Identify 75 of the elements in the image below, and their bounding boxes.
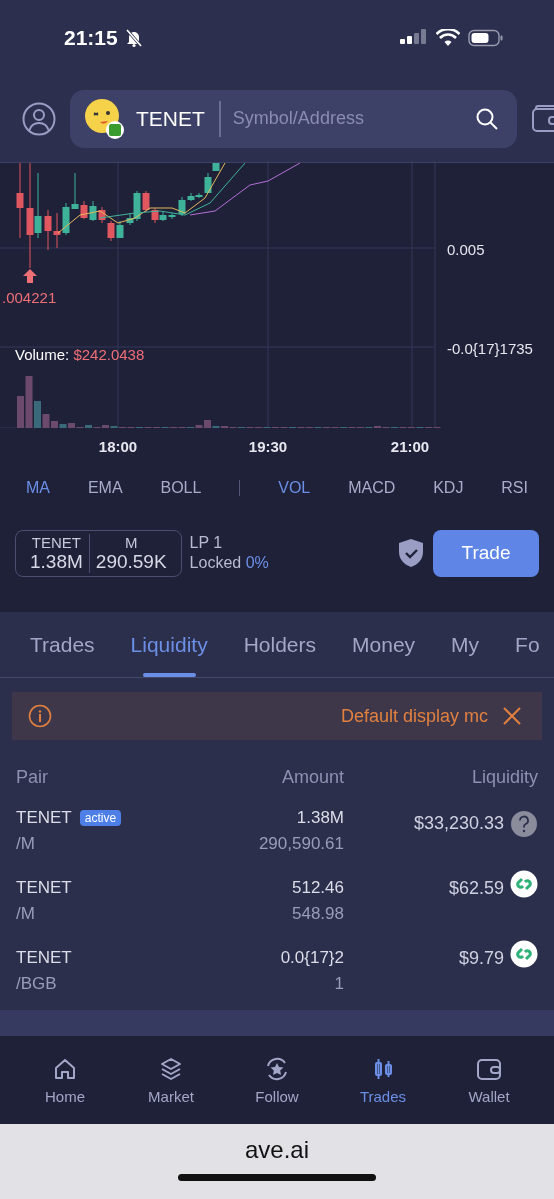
link-icon	[510, 939, 538, 968]
volume-label: Volume: $242.0438	[15, 346, 145, 363]
table-cell: 1	[334, 974, 344, 994]
time-axis-label: 19:30	[248, 438, 288, 455]
column-header: Amount	[281, 767, 344, 788]
trade-button[interactable]: Trade	[433, 529, 539, 577]
nav-item[interactable]: Market	[131, 1056, 211, 1105]
help-icon	[510, 810, 538, 838]
quote-token: /M	[16, 904, 36, 924]
token-icon	[84, 97, 126, 140]
tab[interactable]: Liquidity	[130, 612, 208, 677]
table-cell: 0.0{17}2	[280, 948, 344, 968]
star-icon	[264, 1056, 290, 1082]
indicator-tab[interactable]: BOLL	[160, 475, 202, 501]
up-arrow-icon	[23, 269, 37, 283]
indicator-tab[interactable]: KDJ	[433, 475, 464, 501]
tab[interactable]: Trades	[30, 612, 95, 677]
token-label: TENET	[31, 533, 81, 551]
token-symbol: TENET	[136, 106, 206, 131]
home-icon	[52, 1056, 78, 1082]
indicator-tab[interactable]: MACD	[348, 475, 396, 501]
token-amount: 290.59K	[95, 550, 167, 573]
status-badge: active	[79, 810, 122, 826]
pair-name: TENET	[16, 948, 72, 968]
pair-name: TENET	[16, 808, 72, 828]
search-field[interactable]: Symbol/Address	[230, 108, 465, 129]
tab[interactable]: Money	[352, 612, 416, 677]
info-icon	[28, 704, 52, 728]
profile-icon[interactable]	[22, 101, 56, 136]
signal-icon	[400, 28, 428, 47]
token-label: M	[124, 533, 138, 551]
table-cell: 512.46	[292, 878, 344, 898]
liquidity-value: $33,230.33	[413, 812, 504, 834]
locked-label: Locked 0%	[189, 554, 270, 572]
column-header: Liquidity	[471, 767, 538, 788]
column-header: Pair	[16, 767, 48, 788]
tab[interactable]: My	[451, 612, 480, 677]
tab[interactable]: Fo	[515, 612, 540, 677]
nav-item[interactable]: Follow	[237, 1056, 317, 1105]
indicator-tab[interactable]: EMA	[87, 475, 123, 501]
search-icon[interactable]	[474, 106, 499, 131]
liquidity-value: $62.59	[448, 878, 504, 899]
table-cell: 548.98	[292, 904, 344, 924]
link-icon	[510, 869, 538, 898]
table-cell: 1.38M	[296, 808, 344, 828]
lp-label: LP 1	[189, 534, 224, 552]
nav-item[interactable]: Trades	[343, 1056, 423, 1105]
indicator-tab[interactable]: MA	[26, 475, 50, 501]
wifi-icon	[436, 28, 460, 47]
wallet-icon	[476, 1056, 502, 1082]
price-axis-label: 0.005	[447, 241, 485, 258]
indicator-tab[interactable]: RSI	[501, 475, 528, 501]
nav-item[interactable]: Home	[25, 1056, 105, 1105]
battery-icon	[468, 28, 504, 47]
pair-name: TENET	[16, 878, 72, 898]
indicator-tab[interactable]: VOL	[278, 475, 311, 501]
quote-token: /M	[16, 834, 36, 854]
time-axis-label: 18:00	[98, 438, 138, 455]
token-amount: 1.38M	[30, 550, 83, 573]
nav-item[interactable]: Wallet	[449, 1056, 529, 1105]
wallet-icon[interactable]	[530, 103, 554, 134]
bell-muted-icon	[123, 27, 144, 48]
shield-check-icon	[397, 538, 425, 568]
tab[interactable]: Holders	[243, 612, 317, 677]
layers-icon	[158, 1056, 184, 1082]
table-cell: 290,590.61	[258, 834, 344, 854]
url-label: ave.ai	[244, 1136, 309, 1164]
notice-text: Default display mc	[339, 705, 488, 727]
low-price-label: .004221	[2, 289, 57, 306]
price-axis-label: -0.0{17}1735	[447, 340, 533, 357]
quote-token: /BGB	[16, 974, 58, 994]
close-icon[interactable]	[502, 706, 522, 726]
liquidity-value: $9.79	[458, 948, 504, 969]
time-axis-label: 21:00	[390, 438, 430, 455]
clock: 21:15	[64, 25, 118, 50]
